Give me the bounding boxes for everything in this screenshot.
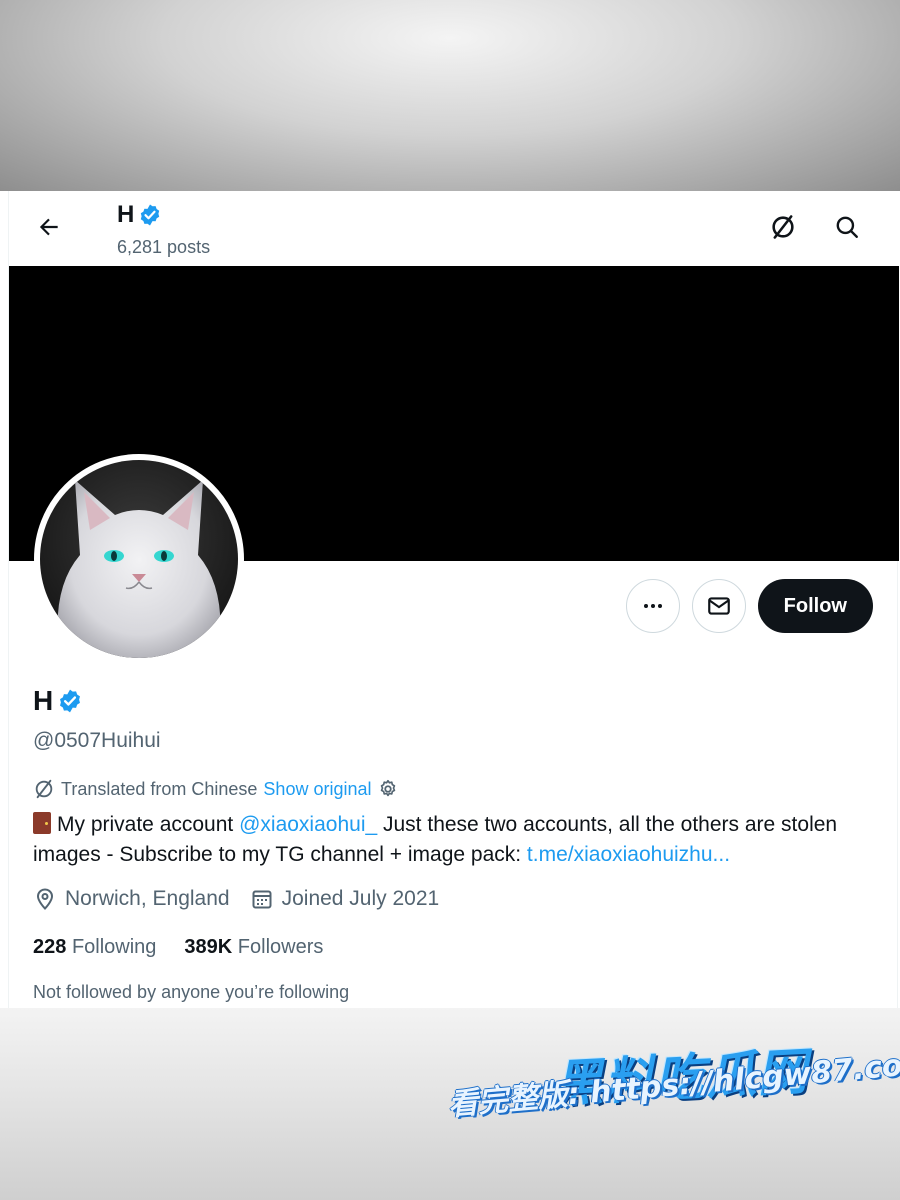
verified-badge-icon[interactable] — [57, 688, 83, 714]
profile-display-name: H — [33, 685, 83, 717]
search-button[interactable] — [827, 207, 867, 247]
translation-notice: Translated from Chinese Show original — [33, 778, 399, 800]
profile-handle: @0507Huihui — [33, 729, 161, 752]
more-button[interactable] — [625, 579, 680, 633]
joined-item: Joined July 2021 — [250, 887, 440, 911]
grok-slash-icon — [772, 215, 794, 239]
more-dots-icon — [643, 604, 662, 608]
follow-button[interactable]: Follow — [757, 579, 873, 633]
profile-card: H 6,281 posts Follow H @0507Huihui Trans… — [8, 191, 899, 1008]
envelope-icon — [707, 597, 730, 615]
bio-url-link[interactable]: t.me/xiaoxiaohuizhu... — [527, 843, 730, 866]
following-link[interactable]: 228 Following — [33, 936, 156, 959]
not-followed-notice: Not followed by anyone you’re following — [33, 982, 350, 1002]
joined-text: Joined July 2021 — [281, 887, 440, 910]
followers-link[interactable]: 389K Followers — [184, 936, 323, 959]
profile-stats: 228 Following 389K Followers — [33, 936, 323, 959]
bio-mention-link[interactable]: @xiaoxiaohui_ — [239, 813, 377, 836]
followers-count: 389K — [184, 936, 233, 958]
translation-label: Translated from Chinese — [61, 778, 258, 799]
header-title: H — [117, 201, 162, 229]
cat-avatar-image — [40, 460, 238, 658]
verified-badge-icon — [141, 204, 160, 226]
door-emoji-icon — [33, 812, 51, 834]
top-gradient-band — [0, 0, 900, 191]
location-pin-icon — [36, 888, 54, 910]
show-original-link[interactable]: Show original — [263, 779, 371, 800]
location-text: Norwich, England — [65, 887, 230, 910]
avatar[interactable] — [34, 454, 244, 664]
message-button[interactable] — [691, 579, 746, 633]
gear-icon[interactable] — [377, 778, 399, 800]
followers-label: Followers — [237, 936, 324, 958]
profile-meta: Norwich, England Joined July 2021 — [33, 887, 439, 911]
header-post-count: 6,281 posts — [117, 237, 211, 257]
back-button[interactable] — [29, 207, 69, 247]
search-icon — [836, 216, 858, 238]
grok-slash-icon — [35, 779, 53, 799]
header-name: H — [117, 201, 135, 228]
location-item: Norwich, England — [33, 887, 230, 911]
profile-actions: Follow — [625, 579, 873, 633]
following-label: Following — [71, 936, 157, 958]
profile-bio: My private account @xiaoxiaohui_ Just th… — [33, 810, 863, 870]
calendar-icon — [252, 890, 272, 909]
profile-header-bar: H 6,281 posts — [9, 191, 899, 266]
arrow-left-icon — [39, 218, 58, 236]
profile-name-text: H — [33, 685, 54, 716]
grok-button[interactable] — [763, 207, 803, 247]
following-count: 228 — [33, 936, 67, 958]
bio-text-1: My private account — [57, 813, 240, 836]
